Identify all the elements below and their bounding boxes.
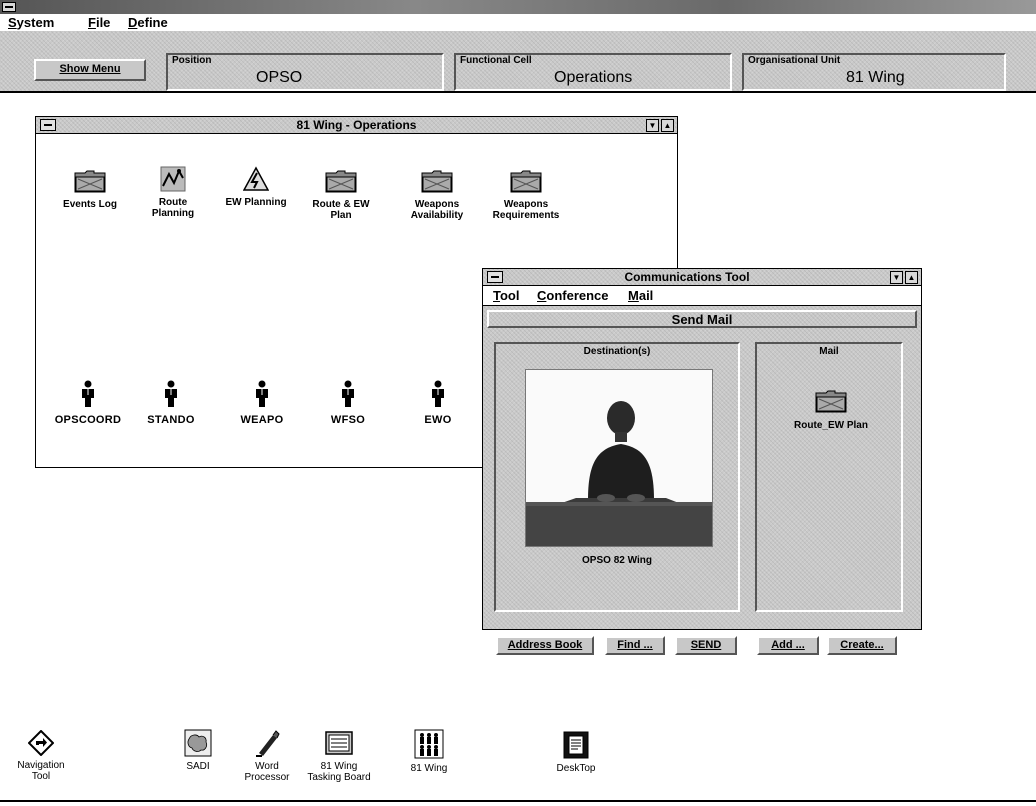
- wing-people-item[interactable]: 81 Wing: [406, 729, 452, 774]
- person-label: EWO: [424, 414, 452, 426]
- word-processor-item[interactable]: Word Processor: [238, 729, 296, 783]
- person-icon: [165, 380, 177, 407]
- recipient-photo[interactable]: [525, 369, 713, 547]
- person-opscoord[interactable]: OPSCOORD: [48, 380, 128, 426]
- comm-window-title-bar[interactable]: Communications Tool ▼ ▲: [483, 269, 921, 286]
- add-button[interactable]: Add ...: [757, 636, 819, 655]
- find-button[interactable]: Find ...: [605, 636, 665, 655]
- person-label: STANDO: [147, 414, 195, 426]
- tasking-board-item[interactable]: 81 Wing Tasking Board: [307, 731, 371, 783]
- desktop-item[interactable]: DeskTop: [548, 731, 604, 774]
- desktop-item-label: Word Processor: [244, 761, 290, 783]
- pen-icon: [256, 730, 280, 757]
- menu-define[interactable]: Define: [128, 15, 168, 30]
- position-label: Position: [172, 55, 212, 66]
- ew-planning-item[interactable]: EW Planning: [216, 166, 296, 208]
- folder-icon: [815, 390, 847, 413]
- desktop-item-label: 81 Wing Tasking Board: [307, 761, 371, 783]
- route-map-icon: [160, 166, 186, 192]
- recipient-figure-image: [526, 370, 712, 546]
- desktop-icon: [563, 731, 589, 759]
- maximize-button[interactable]: ▲: [661, 119, 674, 132]
- folder-icon: [325, 170, 357, 193]
- show-menu-button[interactable]: Show Menu: [34, 59, 146, 81]
- desktop-item-label: DeskTop: [556, 763, 596, 774]
- position-field: Position OPSO: [166, 53, 444, 91]
- events-log-item[interactable]: Events Log: [50, 169, 130, 210]
- address-book-button[interactable]: Address Book: [496, 636, 594, 655]
- route-planning-item[interactable]: Route Planning: [133, 166, 213, 219]
- functional-cell-value: Operations: [554, 69, 633, 86]
- comm-menu-bar: Tool Conference Mail: [483, 287, 921, 304]
- mail-attachment-item[interactable]: Route_EW Plan: [771, 389, 891, 431]
- person-icon: [342, 380, 354, 407]
- desktop-item-label: SADI: [186, 761, 210, 772]
- menu-conference[interactable]: Conference: [537, 288, 609, 303]
- map-icon: [184, 729, 212, 757]
- weapons-availability-item[interactable]: Weapons Availability: [397, 169, 477, 221]
- operations-window-title-bar[interactable]: 81 Wing - Operations ▼ ▲: [36, 117, 677, 134]
- folder-icon: [421, 170, 453, 193]
- mail-title: Mail: [819, 346, 839, 357]
- person-label: OPSCOORD: [54, 414, 122, 426]
- board-icon: [325, 731, 353, 755]
- desktop-item-label: 81 Wing: [410, 763, 448, 774]
- app-label: Weapons Requirements: [492, 199, 560, 221]
- person-icon: [256, 380, 268, 407]
- navigation-icon: [28, 730, 54, 756]
- send-mail-header: Send Mail: [487, 310, 917, 328]
- minimize-button[interactable]: ▼: [646, 119, 659, 132]
- mail-attachment-label: Route_EW Plan: [794, 420, 868, 431]
- minimize-button[interactable]: ▼: [890, 271, 903, 284]
- person-wfso[interactable]: WFSO: [308, 380, 388, 426]
- destinations-panel: Destination(s) OPSO 82 Wing: [494, 342, 740, 612]
- mail-panel: Mail Route_EW Plan: [755, 342, 903, 612]
- menu-mail[interactable]: Mail: [628, 288, 653, 303]
- app-label: EW Planning: [225, 197, 287, 208]
- person-label: WEAPO: [240, 414, 284, 426]
- app-label: Route Planning: [151, 197, 195, 219]
- menu-file[interactable]: File: [88, 15, 110, 30]
- context-toolbar: Show Menu Position OPSO Functional Cell …: [0, 31, 1036, 93]
- position-value: OPSO: [256, 69, 303, 86]
- person-label: WFSO: [330, 414, 366, 426]
- create-button[interactable]: Create...: [827, 636, 897, 655]
- organisational-unit-field: Organisational Unit 81 Wing: [742, 53, 1006, 91]
- organisational-unit-value: 81 Wing: [846, 69, 905, 86]
- navigation-tool-item[interactable]: Navigation Tool: [14, 730, 68, 782]
- functional-cell-field: Functional Cell Operations: [454, 53, 732, 91]
- app-label: Events Log: [63, 199, 117, 210]
- app-label: Route & EW Plan: [312, 199, 370, 221]
- folder-icon: [510, 170, 542, 193]
- communications-tool-window: Communications Tool ▼ ▲ Tool Conference …: [482, 268, 922, 655]
- person-icon: [82, 380, 94, 407]
- screen-bottom-border: [0, 800, 1036, 802]
- person-ewo[interactable]: EWO: [398, 380, 478, 426]
- functional-cell-label: Functional Cell: [460, 55, 532, 66]
- operations-window-title: 81 Wing - Operations: [296, 118, 417, 132]
- comm-window-title: Communications Tool: [624, 270, 750, 284]
- menu-tool[interactable]: Tool: [493, 288, 519, 303]
- route-ew-plan-item[interactable]: Route & EW Plan: [301, 169, 381, 221]
- person-icon: [432, 380, 444, 407]
- person-weapo[interactable]: WEAPO: [222, 380, 302, 426]
- organisational-unit-label: Organisational Unit: [748, 55, 841, 66]
- send-button[interactable]: SEND: [675, 636, 737, 655]
- person-stando[interactable]: STANDO: [131, 380, 211, 426]
- desktop-item-label: Navigation Tool: [17, 760, 65, 782]
- people-icon: [414, 729, 444, 759]
- app-label: Weapons Availability: [410, 199, 464, 221]
- recipient-name: OPSO 82 Wing: [582, 555, 652, 566]
- ew-planning-icon: [243, 166, 269, 191]
- sadi-item[interactable]: SADI: [178, 729, 218, 772]
- system-menu-icon[interactable]: [2, 2, 16, 12]
- menu-system[interactable]: System: [8, 15, 54, 30]
- main-menu-bar: System File Define: [0, 14, 1036, 31]
- maximize-button[interactable]: ▲: [905, 271, 918, 284]
- app-title-bar: [0, 0, 1036, 14]
- send-mail-panel: Send Mail Destination(s) OPSO 82 Wing Ma…: [483, 305, 921, 655]
- weapons-requirements-item[interactable]: Weapons Requirements: [486, 169, 566, 221]
- destinations-title: Destination(s): [583, 346, 651, 357]
- folder-icon: [74, 170, 106, 193]
